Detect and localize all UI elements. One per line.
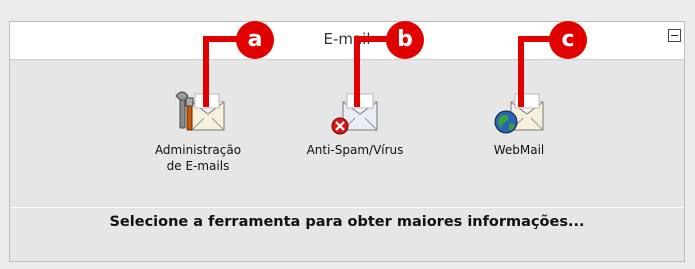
callout-c-badge: c — [549, 21, 587, 59]
tool-label-anti-spam: Anti-Spam/Vírus — [290, 142, 420, 158]
tool-label-webmail: WebMail — [454, 142, 584, 158]
email-tools-screen: E-mail Administração de E-mails Anti-Spa… — [0, 0, 695, 269]
email-panel: E-mail Administração de E-mails Anti-Spa… — [9, 21, 685, 262]
callout-a-badge: a — [236, 21, 274, 59]
tool-email-admin[interactable]: Administração de E-mails — [133, 80, 263, 174]
tool-webmail[interactable]: WebMail — [454, 80, 584, 158]
tool-label-line: de E-mails — [166, 159, 230, 173]
instruction-message: Selecione a ferramenta para obter maiore… — [109, 214, 585, 230]
collapse-button[interactable] — [668, 29, 681, 42]
tool-anti-spam[interactable]: Anti-Spam/Vírus — [290, 80, 420, 158]
callout-b-badge: b — [386, 21, 424, 59]
globe-envelope-icon — [494, 93, 544, 134]
panel-divider — [10, 207, 684, 208]
tools-envelope-icon — [175, 91, 225, 131]
tool-label-line: Anti-Spam/Vírus — [306, 143, 404, 157]
tool-label-line: WebMail — [493, 143, 545, 157]
blocked-envelope-icon — [331, 93, 378, 135]
tool-label-line: Administração — [154, 143, 242, 157]
tool-label-email-admin: Administração de E-mails — [133, 142, 263, 174]
